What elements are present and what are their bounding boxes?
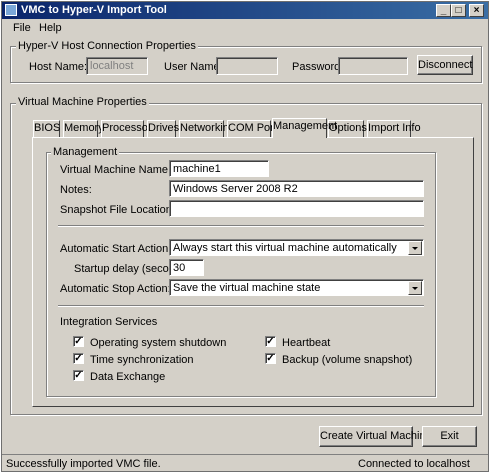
- checkbox-data-exchange[interactable]: ✓: [73, 370, 84, 381]
- separator: [58, 305, 424, 307]
- minimize-button[interactable]: _: [436, 4, 451, 17]
- create-vm-button[interactable]: Create Virtual Machine: [319, 426, 432, 447]
- separator: [58, 225, 424, 227]
- checkbox-os-shutdown[interactable]: ✓: [73, 336, 84, 347]
- close-button[interactable]: ×: [469, 4, 484, 17]
- notes-label: Notes:: [60, 184, 92, 196]
- disconnect-button[interactable]: Disconnect: [417, 55, 473, 75]
- status-bar: Successfully imported VMC file. Connecte…: [2, 454, 488, 472]
- menu-bar: File Help: [2, 19, 488, 37]
- tab-memory[interactable]: Memory: [63, 120, 104, 137]
- management-group-title: Management: [51, 146, 120, 158]
- startup-delay-field[interactable]: 30: [169, 259, 204, 276]
- tab-management[interactable]: Management: [272, 118, 337, 138]
- vm-name-label: Virtual Machine Name:: [60, 164, 172, 176]
- connection-status: Connected to localhost: [358, 458, 470, 470]
- auto-stop-label: Automatic Stop Action:: [60, 283, 171, 295]
- password-field[interactable]: [338, 57, 408, 75]
- host-name-field[interactable]: localhost: [86, 57, 148, 75]
- chevron-down-icon[interactable]: [408, 241, 422, 255]
- window-title: VMC to Hyper-V Import Tool: [21, 4, 167, 16]
- auto-start-select[interactable]: Always start this virtual machine automa…: [169, 239, 424, 256]
- tab-networking[interactable]: Networking: [179, 120, 235, 137]
- menu-file[interactable]: File: [13, 22, 31, 34]
- maximize-button[interactable]: □: [451, 4, 466, 17]
- user-name-label: User Name:: [164, 61, 223, 73]
- password-label: Password:: [292, 61, 344, 73]
- title-bar: VMC to Hyper-V Import Tool _ □ ×: [2, 2, 488, 19]
- time-sync-label: Time synchronization: [90, 354, 194, 366]
- checkbox-heartbeat[interactable]: ✓: [265, 336, 276, 347]
- os-shutdown-label: Operating system shutdown: [90, 337, 227, 349]
- integration-services-label: Integration Services: [60, 316, 158, 328]
- tab-processor[interactable]: Processor: [101, 120, 152, 137]
- host-name-label: Host Name:: [29, 61, 88, 73]
- app-icon: [5, 4, 17, 16]
- auto-stop-select[interactable]: Save the virtual machine state: [169, 279, 424, 296]
- tab-strip: BIOS Memory Processor Drives Networking …: [33, 118, 473, 138]
- snapshot-location-label: Snapshot File Location:: [60, 204, 175, 216]
- status-message: Successfully imported VMC file.: [6, 458, 161, 470]
- heartbeat-label: Heartbeat: [282, 337, 331, 349]
- exit-button[interactable]: Exit: [422, 426, 477, 447]
- chevron-down-icon[interactable]: [408, 281, 422, 295]
- notes-field[interactable]: Windows Server 2008 R2: [169, 180, 424, 197]
- snapshot-location-field[interactable]: [169, 200, 424, 217]
- auto-start-label: Automatic Start Action:: [60, 243, 172, 255]
- vm-properties-group-title: Virtual Machine Properties: [16, 96, 149, 108]
- tab-bios[interactable]: BIOS: [33, 120, 60, 137]
- checkbox-time-sync[interactable]: ✓: [73, 353, 84, 364]
- app-window: VMC to Hyper-V Import Tool _ □ × File He…: [1, 1, 489, 472]
- tab-com-ports[interactable]: COM Ports: [227, 120, 282, 137]
- connection-group-title: Hyper-V Host Connection Properties: [16, 40, 198, 52]
- user-name-field[interactable]: [216, 57, 278, 75]
- menu-help[interactable]: Help: [39, 22, 62, 34]
- auto-start-value: Always start this virtual machine automa…: [173, 242, 397, 254]
- tab-import-info[interactable]: Import Info: [367, 120, 421, 137]
- backup-label: Backup (volume snapshot): [282, 354, 413, 366]
- vm-name-field[interactable]: machine1: [169, 160, 269, 177]
- data-exchange-label: Data Exchange: [90, 371, 166, 383]
- auto-stop-value: Save the virtual machine state: [173, 282, 321, 294]
- checkbox-backup[interactable]: ✓: [265, 353, 276, 364]
- tab-drives[interactable]: Drives: [147, 120, 179, 137]
